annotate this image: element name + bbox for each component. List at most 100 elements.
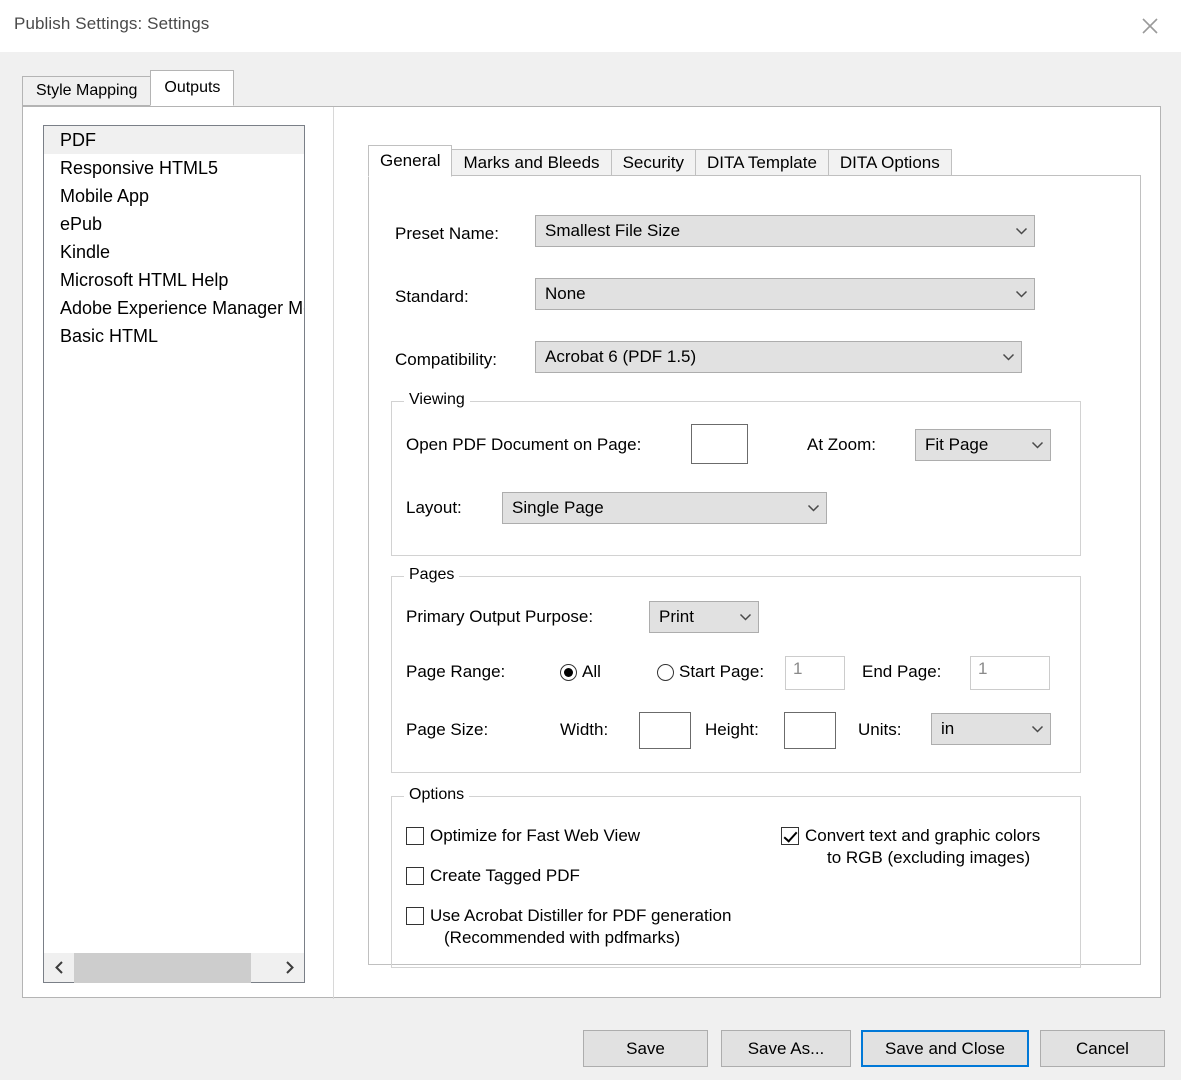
checkbox-indicator	[406, 867, 424, 885]
radio-label: Start Page:	[679, 662, 765, 681]
title-bar: Publish Settings: Settings	[0, 0, 1181, 52]
start-page-input[interactable]: 1	[785, 656, 845, 690]
end-page-label: End Page:	[862, 662, 942, 681]
inner-tab-strip: General Marks and Bleeds Security DITA T…	[368, 145, 952, 177]
primary-output-purpose-label: Primary Output Purpose:	[406, 607, 594, 626]
tab-dita-template[interactable]: DITA Template	[694, 149, 829, 177]
standard-value: None	[545, 284, 586, 303]
cancel-button[interactable]: Cancel	[1040, 1030, 1165, 1067]
tab-style-mapping[interactable]: Style Mapping	[22, 76, 152, 106]
chevron-left-icon[interactable]	[44, 953, 74, 983]
preset-name-label: Preset Name:	[395, 224, 499, 243]
checkbox-optimize-fast-web-view[interactable]: Optimize for Fast Web View	[406, 825, 640, 847]
window-title: Publish Settings: Settings	[14, 14, 210, 33]
checkbox-label: Optimize for Fast Web View	[430, 826, 641, 845]
checkbox-label-line2: (Recommended with pdfmarks)	[444, 927, 681, 947]
pages-legend: Pages	[404, 566, 460, 584]
save-as-button[interactable]: Save As...	[721, 1030, 851, 1067]
radio-page-range-start[interactable]: Start Page:	[657, 662, 764, 682]
preset-name-value: Smallest File Size	[545, 221, 681, 240]
checkbox-label: Convert text and graphic colors	[805, 826, 1041, 845]
compatibility-label: Compatibility:	[395, 350, 498, 369]
radio-indicator	[657, 663, 674, 681]
chevron-down-icon	[1024, 725, 1050, 734]
output-list-items: PDF Responsive HTML5 Mobile App ePub Kin…	[44, 126, 304, 952]
chevron-right-icon[interactable]	[274, 953, 304, 983]
list-item[interactable]: Kindle	[44, 238, 304, 266]
checkbox-label: Create Tagged PDF	[430, 866, 580, 885]
width-input[interactable]	[639, 712, 691, 749]
chevron-down-icon	[1024, 441, 1050, 450]
dialog-footer: Save Save As... Save and Close Cancel	[0, 1018, 1181, 1080]
tab-outputs[interactable]: Outputs	[150, 70, 235, 106]
standard-label: Standard:	[395, 287, 469, 306]
tab-general[interactable]: General	[368, 145, 453, 177]
units-select[interactable]: in	[931, 713, 1051, 745]
checkbox-label: Use Acrobat Distiller for PDF generation	[430, 906, 732, 925]
list-item[interactable]: ePub	[44, 210, 304, 238]
standard-select[interactable]: None	[535, 278, 1035, 310]
list-item[interactable]: Basic HTML	[44, 322, 304, 350]
list-item[interactable]: Responsive HTML5	[44, 154, 304, 182]
at-zoom-select[interactable]: Fit Page	[915, 429, 1051, 461]
layout-label: Layout:	[406, 498, 462, 517]
outer-tab-strip: Style Mapping Outputs	[22, 70, 235, 106]
units-value: in	[941, 719, 955, 738]
chevron-down-icon	[1008, 227, 1034, 236]
save-button[interactable]: Save	[583, 1030, 708, 1067]
settings-pane: General Marks and Bleeds Security DITA T…	[334, 107, 1161, 999]
checkbox-convert-colors-to-rgb[interactable]: Convert text and graphic colors to RGB (…	[781, 825, 1040, 869]
open-page-input[interactable]	[691, 424, 748, 464]
end-page-value: 1	[978, 659, 988, 678]
checkbox-indicator	[406, 907, 424, 925]
tab-security[interactable]: Security	[610, 149, 696, 177]
compatibility-value: Acrobat 6 (PDF 1.5)	[545, 347, 697, 366]
output-list[interactable]: PDF Responsive HTML5 Mobile App ePub Kin…	[43, 125, 305, 983]
layout-value: Single Page	[512, 498, 604, 517]
height-value	[785, 713, 835, 715]
primary-output-purpose-select[interactable]: Print	[649, 601, 759, 633]
end-page-input[interactable]: 1	[970, 656, 1050, 690]
checkbox-label-line2: to RGB (excluding images)	[827, 847, 1031, 867]
chevron-down-icon	[732, 613, 758, 622]
height-input[interactable]	[784, 712, 836, 749]
open-page-label: Open PDF Document on Page:	[406, 435, 642, 454]
radio-indicator	[560, 663, 577, 681]
save-and-close-button[interactable]: Save and Close	[861, 1030, 1029, 1067]
pages-group: Pages Primary Output Purpose: Print Page…	[391, 566, 1081, 773]
checkbox-use-acrobat-distiller[interactable]: Use Acrobat Distiller for PDF generation…	[406, 905, 731, 949]
checkbox-indicator	[781, 827, 799, 845]
preset-name-select[interactable]: Smallest File Size	[535, 215, 1035, 247]
chevron-down-icon	[800, 504, 826, 513]
list-item[interactable]: Microsoft HTML Help	[44, 266, 304, 294]
publish-settings-dialog: Publish Settings: Settings Style Mapping…	[0, 0, 1181, 1080]
layout-select[interactable]: Single Page	[502, 492, 827, 524]
outputs-panel: PDF Responsive HTML5 Mobile App ePub Kin…	[22, 106, 1161, 999]
tab-marks-and-bleeds[interactable]: Marks and Bleeds	[451, 149, 612, 177]
height-label: Height:	[705, 720, 759, 739]
options-group: Options Optimize for Fast Web View Creat…	[391, 786, 1081, 968]
list-item[interactable]: Mobile App	[44, 182, 304, 210]
general-tab-panel: Preset Name: Smallest File Size Standard…	[368, 175, 1141, 968]
chevron-down-icon	[995, 353, 1021, 362]
scrollbar-thumb[interactable]	[74, 952, 251, 983]
radio-page-range-all[interactable]: All	[560, 662, 601, 682]
start-page-value: 1	[793, 659, 803, 678]
chevron-down-icon	[1008, 290, 1034, 299]
tab-dita-options[interactable]: DITA Options	[827, 149, 952, 177]
list-item[interactable]: PDF	[44, 126, 304, 154]
horizontal-scrollbar[interactable]	[44, 952, 304, 983]
at-zoom-label: At Zoom:	[807, 435, 876, 454]
width-value	[640, 713, 690, 715]
scrollbar-track[interactable]	[74, 952, 274, 983]
compatibility-select[interactable]: Acrobat 6 (PDF 1.5)	[535, 341, 1022, 373]
checkbox-indicator	[406, 827, 424, 845]
list-item[interactable]: Adobe Experience Manager Mo	[44, 294, 304, 322]
page-range-label: Page Range:	[406, 662, 506, 681]
primary-output-purpose-value: Print	[659, 607, 694, 626]
units-label: Units:	[858, 720, 902, 739]
checkbox-create-tagged-pdf[interactable]: Create Tagged PDF	[406, 865, 580, 887]
close-icon[interactable]	[1127, 6, 1173, 46]
options-legend: Options	[404, 786, 470, 804]
viewing-group: Viewing Open PDF Document on Page: At Zo…	[391, 391, 1081, 556]
